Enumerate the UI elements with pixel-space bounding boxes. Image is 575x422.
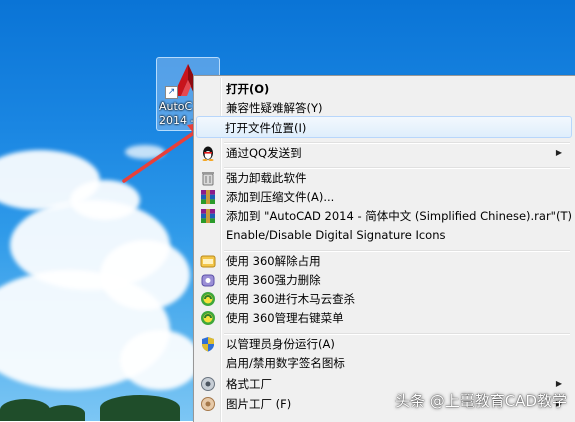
menu-item-digital-signature-icons[interactable]: Enable/Disable Digital Signature Icons (196, 224, 572, 246)
menu-item-label: 打开文件位置(I) (225, 121, 307, 135)
360-unlock-icon (200, 255, 216, 268)
trash-icon (202, 172, 214, 186)
menu-item-label: 图片工厂 (F) (226, 397, 292, 411)
menu-item-label: 格式工厂 (226, 377, 272, 391)
menu-item-toggle-signature-icon[interactable]: 启用/禁用数字签名图标 (196, 352, 572, 374)
menu-item-360-manage-menu[interactable]: 使用 360管理右键菜单 (196, 307, 572, 329)
menu-item-label: Enable/Disable Digital Signature Icons (226, 228, 446, 242)
winrar-icon (201, 190, 215, 204)
360-delete-icon (201, 274, 215, 287)
menu-item-send-via-qq[interactable]: 通过QQ发送到 ▶ (196, 142, 572, 164)
uac-shield-icon (202, 337, 214, 352)
winrar-icon (201, 209, 215, 223)
picture-factory-icon (201, 397, 215, 411)
360-scan-icon (201, 292, 215, 306)
context-menu: 打开(O) 兼容性疑难解答(Y) 打开文件位置(I) 通过QQ发送到 ▶ 强力卸… (193, 75, 575, 422)
360-menu-icon (201, 311, 215, 325)
menu-item-open-file-location[interactable]: 打开文件位置(I) (196, 116, 572, 138)
format-factory-icon (201, 377, 215, 391)
menu-item-label: 启用/禁用数字签名图标 (226, 356, 345, 370)
menu-item-label: 使用 360管理右键菜单 (226, 311, 344, 325)
submenu-arrow-icon: ▶ (555, 148, 562, 157)
menu-item-label: 通过QQ发送到 (226, 146, 302, 160)
qq-penguin-icon (202, 146, 214, 161)
watermark: 头条 @上鼍教育CAD教学 (394, 392, 567, 410)
